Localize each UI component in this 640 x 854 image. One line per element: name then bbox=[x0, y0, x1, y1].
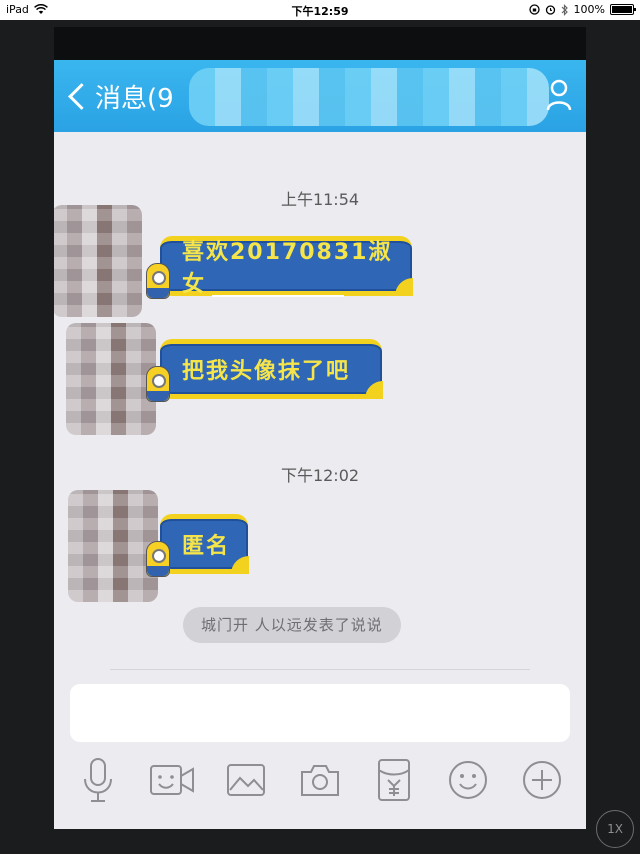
alarm-icon bbox=[545, 5, 555, 15]
status-bar: iPad 下午12:59 100% bbox=[0, 0, 640, 20]
back-button[interactable]: 消息(9 bbox=[62, 74, 174, 118]
redacted-title bbox=[189, 68, 549, 126]
message-bubble[interactable]: 匿名 bbox=[146, 514, 249, 577]
plus-icon bbox=[523, 761, 561, 799]
avatar[interactable] bbox=[68, 490, 158, 602]
camera-icon bbox=[301, 765, 339, 796]
battery-percent: 100% bbox=[573, 3, 605, 16]
chat-toolbar bbox=[54, 756, 586, 816]
image-icon bbox=[227, 764, 265, 796]
phone-bezel bbox=[54, 27, 586, 60]
avatar[interactable] bbox=[54, 205, 142, 317]
video-call-button[interactable] bbox=[148, 756, 196, 804]
bubble-curl bbox=[231, 556, 249, 574]
emoji-icon bbox=[449, 761, 487, 799]
microphone-icon bbox=[84, 758, 112, 802]
zoom-button[interactable]: 1X bbox=[596, 810, 634, 848]
bubble-curl bbox=[365, 381, 383, 399]
divider bbox=[110, 669, 530, 670]
voice-button[interactable] bbox=[74, 756, 122, 804]
message-text: 把我头像抹了吧 bbox=[182, 359, 351, 384]
back-label: 消息(9 bbox=[95, 83, 174, 114]
orientation-lock-icon bbox=[528, 4, 540, 15]
timestamp: 下午12:02 bbox=[280, 466, 360, 485]
image-button[interactable] bbox=[222, 756, 270, 804]
minion-sticker-icon bbox=[146, 366, 170, 402]
minion-sticker-icon bbox=[146, 263, 170, 299]
message-text: 匿名 bbox=[182, 534, 231, 559]
message-text: 喜欢20170831淑女 bbox=[182, 240, 393, 297]
bluetooth-icon bbox=[561, 3, 568, 16]
system-notice: 城门开 人以远发表了说说 bbox=[183, 607, 401, 643]
red-envelope-button[interactable] bbox=[370, 756, 418, 804]
avatar[interactable] bbox=[66, 323, 156, 435]
camera-button[interactable] bbox=[296, 756, 344, 804]
profile-icon[interactable] bbox=[546, 78, 572, 112]
battery-icon bbox=[610, 4, 636, 15]
chat-screen: 消息(9 上午11:54 喜欢20170831淑女 把我头像抹了吧 下午12:0… bbox=[54, 60, 586, 829]
red-envelope-icon bbox=[378, 759, 410, 801]
message-bubble[interactable]: 喜欢20170831淑女 bbox=[146, 236, 413, 299]
emoji-button[interactable] bbox=[444, 756, 492, 804]
more-button[interactable] bbox=[518, 756, 566, 804]
message-underline bbox=[212, 295, 344, 297]
video-call-icon bbox=[150, 765, 194, 795]
message-bubble[interactable]: 把我头像抹了吧 bbox=[146, 339, 383, 402]
minion-sticker-icon bbox=[146, 541, 170, 577]
message-input[interactable] bbox=[70, 684, 570, 742]
chevron-left-icon bbox=[68, 82, 95, 110]
nav-bar: 消息(9 bbox=[54, 60, 586, 132]
